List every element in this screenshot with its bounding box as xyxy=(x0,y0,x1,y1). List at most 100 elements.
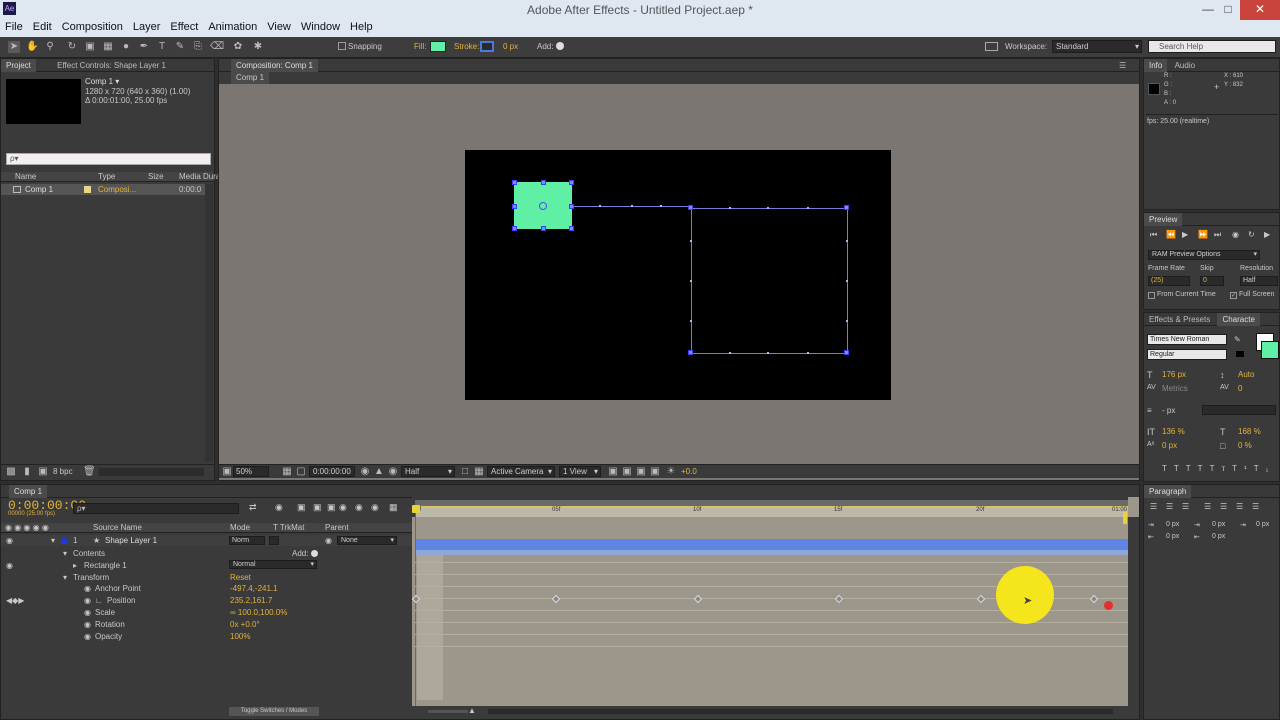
mask-visibility-icon[interactable]: ▢ xyxy=(295,466,307,478)
region-of-interest-icon[interactable]: □ xyxy=(459,466,471,478)
panel-menu-icon[interactable]: ☰ xyxy=(1119,59,1126,72)
comp-canvas[interactable] xyxy=(465,150,891,400)
keyframe-nav-icon[interactable]: ◀◆▶ xyxy=(6,596,24,605)
menu-composition[interactable]: Composition xyxy=(57,20,128,33)
motion-keyframe-point[interactable] xyxy=(844,205,849,210)
eraser-tool-icon[interactable]: ⌫ xyxy=(210,41,224,53)
tab-project[interactable]: Project xyxy=(1,59,36,72)
expand-arrow-icon[interactable]: ▾ xyxy=(51,536,55,545)
play-icon[interactable]: ▶ xyxy=(1182,230,1188,239)
rectangle-mode-select[interactable]: Normal ▾ xyxy=(229,560,317,569)
exposure-value[interactable]: +0.0 xyxy=(681,467,697,476)
tab-paragraph[interactable]: Paragraph xyxy=(1144,485,1192,498)
comp-mini-flowchart-icon[interactable]: ⇄ xyxy=(249,502,257,513)
tab-effects-presets[interactable]: Effects & Presets xyxy=(1144,313,1215,326)
flowchart-icon[interactable]: ▣ xyxy=(649,466,661,478)
visibility-eye-icon[interactable]: ◉ xyxy=(6,536,13,545)
transform-expand-icon[interactable]: ▾ xyxy=(63,573,67,582)
contents-add-button-icon[interactable] xyxy=(311,550,318,557)
first-line-indent-value[interactable]: 0 px xyxy=(1256,521,1269,528)
pan-behind-tool-icon[interactable]: ▦ xyxy=(102,41,114,53)
prev-frame-icon[interactable]: ⏪ xyxy=(1166,230,1176,239)
snapshot-icon[interactable]: ◉ xyxy=(359,466,371,478)
project-item-row[interactable]: Comp 1 Composi... 0:00:0 xyxy=(1,184,205,195)
project-scrollbar[interactable] xyxy=(205,184,213,462)
opacity-stopwatch-icon[interactable]: ◉ xyxy=(84,632,91,641)
stroke-color-swatch[interactable] xyxy=(1261,341,1279,359)
work-area-bar[interactable] xyxy=(415,500,1128,508)
layer-mode-select[interactable]: Norm xyxy=(229,536,265,545)
project-search-input[interactable]: ρ▾ xyxy=(6,153,211,165)
brainstorm-icon[interactable]: ◉ xyxy=(371,502,379,513)
tsume-value[interactable]: 0 % xyxy=(1238,441,1252,450)
menu-window[interactable]: Window xyxy=(296,20,345,33)
menu-animation[interactable]: Animation xyxy=(203,20,262,33)
font-style-select[interactable]: Regular xyxy=(1147,349,1227,360)
position-keyframe[interactable] xyxy=(551,594,561,604)
tab-effect-controls[interactable]: Effect Controls: Shape Layer 1 xyxy=(52,59,171,72)
search-help-input[interactable]: Search Help xyxy=(1148,40,1276,53)
menu-help[interactable]: Help xyxy=(345,20,378,33)
tab-character[interactable]: Characte xyxy=(1217,313,1260,326)
camera-select[interactable]: Active Camera ▾ xyxy=(487,466,555,477)
motion-keyframe-point[interactable] xyxy=(844,350,849,355)
project-comp-name[interactable]: Comp 1 ▾ xyxy=(85,77,119,86)
bpc-label[interactable]: 8 bpc xyxy=(53,467,73,476)
skip-select[interactable]: 0 xyxy=(1200,276,1224,286)
zoom-tool-icon[interactable]: ⚲ xyxy=(44,41,56,53)
fill-swatch[interactable] xyxy=(430,41,446,52)
timeline-vscrollbar[interactable] xyxy=(1128,517,1139,707)
cti-head[interactable] xyxy=(412,505,420,513)
rotation-value[interactable]: 0x +0.0° xyxy=(230,620,260,629)
justify-last-right-icon[interactable]: ☰ xyxy=(1236,502,1243,511)
leading-value[interactable]: Auto xyxy=(1238,370,1254,379)
font-family-select[interactable]: Times New Roman xyxy=(1147,334,1227,345)
snapping-checkbox[interactable] xyxy=(338,42,346,50)
fast-previews-icon[interactable]: ▣ xyxy=(621,466,633,478)
transparency-grid-icon[interactable]: ▦ xyxy=(473,466,485,478)
col-type[interactable]: Type xyxy=(98,172,115,182)
menu-file[interactable]: File xyxy=(0,20,28,33)
motion-keyframe-point[interactable] xyxy=(688,205,693,210)
type-tool-icon[interactable]: T xyxy=(156,41,168,53)
tab-comp1[interactable]: Comp 1 xyxy=(231,72,270,84)
col-media-duration[interactable]: Media Durat xyxy=(179,172,223,182)
rectangle-expand-icon[interactable]: ▸ xyxy=(73,561,77,570)
stroke-width-value[interactable]: 0 px xyxy=(503,42,518,51)
col-parent[interactable]: Parent xyxy=(325,523,349,533)
new-folder-icon[interactable]: ▮ xyxy=(21,466,33,478)
position-keyframe[interactable] xyxy=(976,594,986,604)
all-caps-button[interactable]: TT xyxy=(1186,464,1210,473)
parent-pickwhip-icon[interactable]: ◉ xyxy=(325,536,332,545)
layer-duration-bar[interactable] xyxy=(415,539,1128,550)
frame-rate-select[interactable]: (25) xyxy=(1148,276,1190,286)
graph-icon[interactable]: ∟ xyxy=(95,596,103,605)
frame-blending-icon[interactable]: ▣ xyxy=(327,502,336,513)
eyedropper-icon[interactable]: ✎ xyxy=(1234,335,1241,344)
label-color-swatch[interactable] xyxy=(84,186,91,193)
stopwatch-icon[interactable]: ◉ xyxy=(84,584,91,593)
rotation-stopwatch-icon[interactable]: ◉ xyxy=(84,620,91,629)
zoom-in-icon[interactable]: ▲ xyxy=(468,706,476,715)
tracking-value[interactable]: 0 xyxy=(1238,384,1242,393)
timeline-search-input[interactable]: ρ▾ xyxy=(73,503,239,514)
ellipse-tool-icon[interactable]: ● xyxy=(120,41,132,53)
anchor-point-value[interactable]: -497.4,-241.1 xyxy=(230,584,278,593)
space-before-value[interactable]: 0 px xyxy=(1166,533,1179,540)
black-swatch[interactable] xyxy=(1236,351,1244,357)
from-current-time-checkbox[interactable] xyxy=(1148,292,1155,299)
motion-blur-icon[interactable]: ◉ xyxy=(339,502,347,513)
ram-preview-icon[interactable]: ▶ xyxy=(1264,230,1270,239)
faux-bold-button[interactable]: T xyxy=(1162,464,1174,473)
timeline-icon[interactable]: ▣ xyxy=(635,466,647,478)
char-stroke-width[interactable]: - px xyxy=(1162,406,1175,415)
col-source-name[interactable]: Source Name xyxy=(93,523,142,533)
font-size-value[interactable]: 176 px xyxy=(1162,370,1186,379)
position-keyframe[interactable] xyxy=(1089,594,1099,604)
render-icon[interactable]: ▦ xyxy=(389,502,398,513)
clone-stamp-tool-icon[interactable]: ⎘ xyxy=(192,41,204,53)
draft-3d-icon[interactable]: ▣ xyxy=(297,502,306,513)
last-frame-icon[interactable]: ⏭ xyxy=(1214,230,1221,240)
kerning-value[interactable]: Metrics xyxy=(1162,384,1188,393)
project-hscroll[interactable] xyxy=(99,468,204,476)
